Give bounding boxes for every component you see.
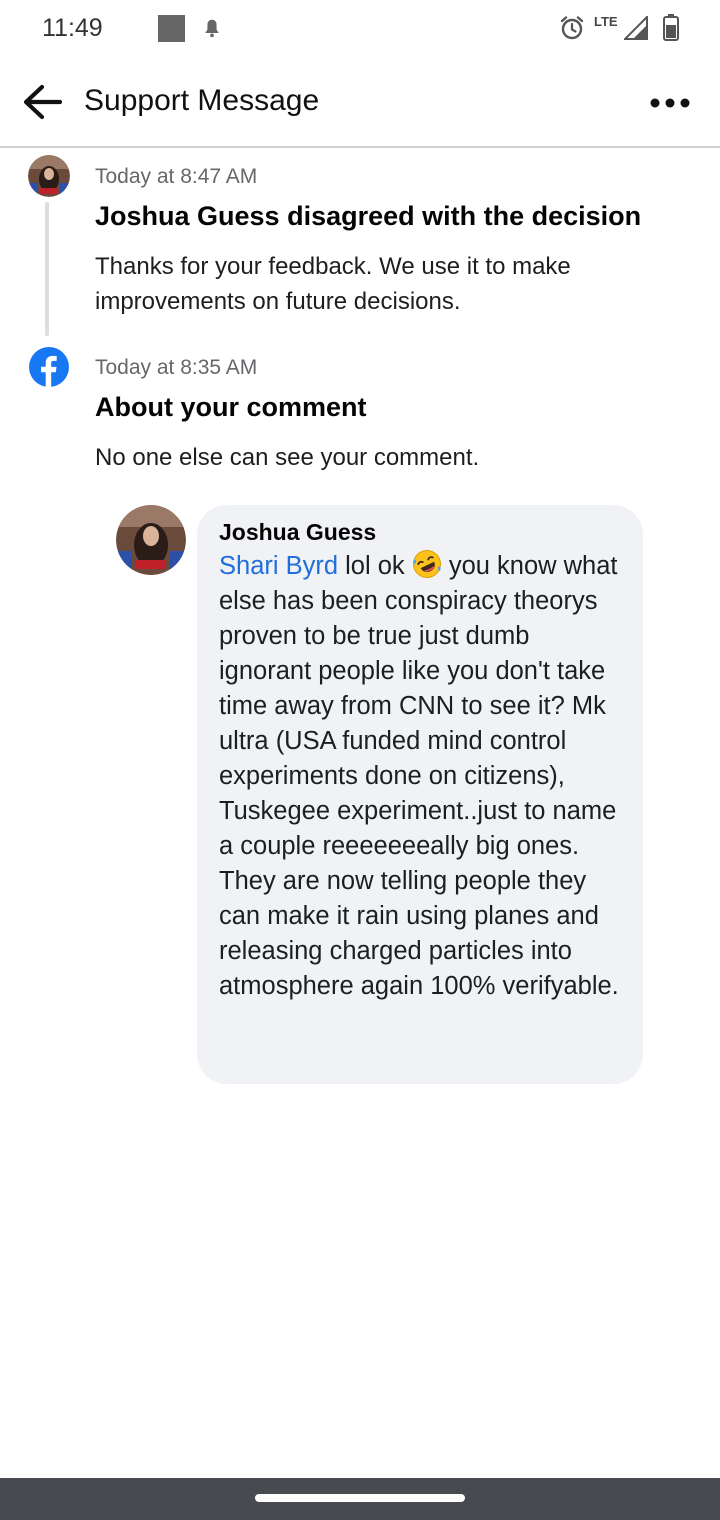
comment-author[interactable]: Joshua Guess [219, 517, 621, 547]
timeline-connector [45, 202, 49, 336]
home-gesture-handle[interactable] [255, 1494, 465, 1502]
facebook-icon [29, 347, 69, 387]
signal-strength-icon [624, 16, 648, 40]
app-bar: Support Message [0, 58, 720, 148]
mention-link[interactable]: Shari Byrd [219, 552, 338, 580]
event-body: Thanks for your feedback. We use it to m… [95, 253, 571, 315]
notification-bell-icon [205, 19, 219, 38]
comment-author-avatar[interactable] [116, 505, 186, 575]
comment-bubble: Joshua Guess Shari Byrd lol ok you know … [197, 505, 643, 1084]
event-timestamp: Today at 8:47 AM [95, 165, 258, 188]
battery-icon [663, 14, 679, 41]
arrow-left-icon[interactable] [18, 80, 66, 124]
event-title: Joshua Guess disagreed with the decision [95, 201, 642, 231]
comment-text-part: you know what else has been conspiracy t… [219, 552, 619, 1000]
support-message-screen: 11:49 LTE Support Message Today at 8:47 … [0, 0, 720, 1520]
network-type-label: LTE [594, 14, 618, 29]
comment-text: Shari Byrd lol ok you know what else has… [219, 549, 621, 1004]
user-avatar[interactable] [28, 155, 70, 197]
event-title: About your comment [95, 392, 367, 422]
rolling-on-floor-laughing-emoji [412, 550, 441, 578]
page-title: Support Message [84, 84, 320, 117]
event-timestamp: Today at 8:35 AM [95, 356, 258, 379]
status-time: 11:49 [42, 14, 103, 42]
alarm-clock-icon [560, 16, 584, 40]
more-horizontal-icon[interactable] [648, 88, 692, 118]
comment-text-part: lol ok [338, 552, 412, 580]
notification-square-icon [158, 15, 185, 42]
system-navigation-bar [0, 1478, 720, 1520]
status-bar: 11:49 LTE [0, 0, 720, 58]
event-body: No one else can see your comment. [95, 444, 480, 471]
